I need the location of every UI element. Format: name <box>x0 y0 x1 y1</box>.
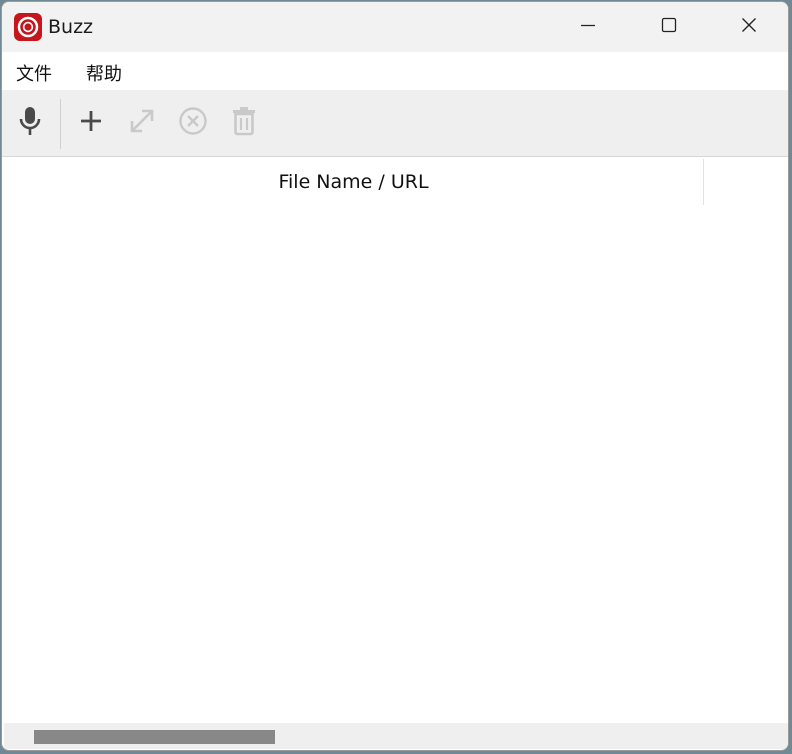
open-transcript-button[interactable] <box>123 104 161 142</box>
record-button[interactable] <box>11 104 49 142</box>
close-button[interactable] <box>709 2 788 52</box>
horizontal-scrollbar[interactable] <box>4 723 788 749</box>
trash-icon <box>231 106 257 140</box>
toolbar-separator <box>60 99 61 149</box>
expand-icon <box>128 107 156 139</box>
buzz-logo-icon <box>14 13 42 41</box>
column-header-file-name[interactable]: File Name / URL <box>4 159 704 205</box>
cancel-button[interactable] <box>174 104 212 142</box>
plus-icon <box>78 108 104 138</box>
toolbar <box>2 90 788 157</box>
window-title: Buzz <box>48 16 94 38</box>
minimize-button[interactable] <box>548 2 628 52</box>
transcription-table[interactable]: File Name / URL <box>4 159 788 721</box>
close-icon <box>741 17 757 37</box>
add-button[interactable] <box>72 104 110 142</box>
menu-file[interactable]: 文件 <box>16 60 52 86</box>
title-bar[interactable]: Buzz <box>2 2 788 52</box>
menu-bar: 文件 帮助 <box>2 52 788 90</box>
app-window: Buzz 文件 帮助 File Name / URL <box>1 1 789 751</box>
minimize-icon <box>580 17 596 37</box>
microphone-icon <box>16 105 44 141</box>
cancel-circle-icon <box>178 106 208 140</box>
table-header: File Name / URL <box>4 159 788 205</box>
menu-help[interactable]: 帮助 <box>86 60 122 86</box>
scrollbar-thumb[interactable] <box>34 730 275 744</box>
maximize-button[interactable] <box>629 2 709 52</box>
maximize-icon <box>661 17 677 37</box>
delete-button[interactable] <box>225 104 263 142</box>
